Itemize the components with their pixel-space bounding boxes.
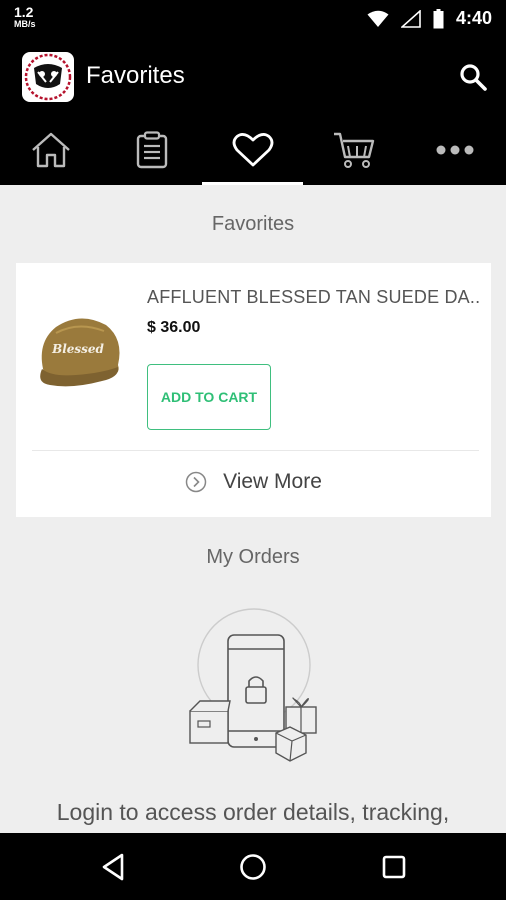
- search-icon[interactable]: [458, 62, 488, 92]
- tab-orders[interactable]: [101, 114, 202, 185]
- home-button-icon[interactable]: [236, 850, 270, 884]
- app-bar: Favorites: [0, 38, 506, 114]
- content-area: Favorites Blessed AFFLUENT BLESSED TAN S…: [0, 185, 506, 833]
- product-price: $ 36.00: [147, 319, 201, 336]
- tab-favorites[interactable]: [202, 114, 303, 185]
- cap-logo-text: Blessed: [51, 342, 104, 356]
- orders-section-title: My Orders: [206, 546, 300, 568]
- cell-signal-icon: [400, 9, 421, 28]
- network-speed-value: 1.2: [14, 4, 34, 20]
- heart-icon: [232, 132, 273, 166]
- tab-home[interactable]: [0, 114, 101, 185]
- system-navigation-bar: [0, 833, 506, 900]
- app-logo[interactable]: [22, 52, 74, 102]
- network-speed-unit: MB/s: [14, 19, 36, 29]
- login-prompt-text: Login to access order details, tracking,: [56, 799, 450, 825]
- back-icon[interactable]: [96, 850, 130, 884]
- home-icon: [31, 132, 70, 167]
- add-to-cart-button[interactable]: ADD TO CART: [147, 364, 271, 430]
- tab-more[interactable]: [404, 114, 505, 185]
- status-icons: 4:40: [367, 8, 492, 29]
- product-image[interactable]: Blessed: [32, 303, 132, 403]
- product-name[interactable]: AFFLUENT BLESSED TAN SUEDE DA...: [147, 287, 481, 308]
- favorite-item-card[interactable]: Blessed AFFLUENT BLESSED TAN SUEDE DA...…: [16, 263, 491, 517]
- status-bar: 1.2 MB/s 4:40: [0, 0, 506, 38]
- wifi-icon: [367, 10, 389, 27]
- cart-icon: [333, 132, 374, 168]
- logo-icon: [24, 53, 72, 101]
- view-more-button[interactable]: View More: [16, 467, 491, 497]
- card-divider: [32, 450, 479, 451]
- more-icon: [436, 145, 473, 154]
- battery-icon: [433, 8, 444, 28]
- clipboard-icon: [136, 130, 167, 168]
- locked-phone-illustration: [189, 608, 317, 762]
- tab-bar: [0, 114, 506, 185]
- recent-apps-icon[interactable]: [377, 850, 411, 884]
- page-title: Favorites: [86, 62, 185, 89]
- chevron-right-circle-icon: [185, 471, 207, 493]
- favorites-section-title: Favorites: [211, 213, 295, 235]
- clock: 4:40: [455, 8, 492, 28]
- view-more-label: View More: [223, 470, 322, 493]
- tab-cart[interactable]: [303, 114, 404, 185]
- network-speed: 1.2 MB/s: [14, 4, 36, 29]
